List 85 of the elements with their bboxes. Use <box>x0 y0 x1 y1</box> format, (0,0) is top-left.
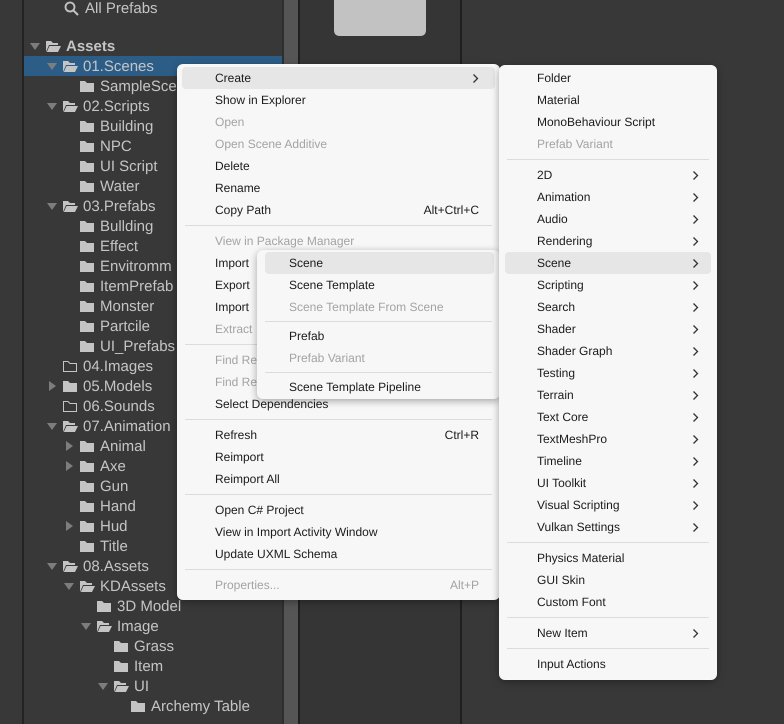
folder-icon <box>79 478 95 494</box>
menu-item[interactable]: GUI Skin <box>505 569 711 591</box>
folder-icon <box>79 238 95 254</box>
tree-item[interactable]: 3D Model <box>24 596 282 616</box>
menu-item[interactable]: Scene Template <box>265 274 494 296</box>
empty-folder-icon <box>62 358 78 374</box>
shortcut-label: Alt+Ctrl+C <box>424 203 479 217</box>
open-folder-icon <box>96 618 112 634</box>
menu-item[interactable]: Reimport All <box>182 468 495 490</box>
tree-item[interactable]: Item <box>24 656 282 676</box>
menu-item[interactable]: Scene <box>505 252 711 274</box>
shortcut-label: Alt+P <box>450 578 479 592</box>
folder-icon <box>113 658 129 674</box>
tree-item[interactable]: UI <box>24 676 282 696</box>
menu-item[interactable]: Physics Material <box>505 547 711 569</box>
tree-item[interactable]: Grass <box>24 636 282 656</box>
tree-item[interactable]: Archemy Table <box>24 696 282 716</box>
menu-item[interactable]: Terrain <box>505 384 711 406</box>
open-folder-icon <box>62 98 78 114</box>
folder-icon <box>113 638 129 654</box>
menu-item[interactable]: Custom Font <box>505 591 711 613</box>
menu-item[interactable]: Refresh Ctrl+R <box>182 424 495 446</box>
menu-item[interactable]: Folder <box>505 67 711 89</box>
folder-icon <box>79 438 95 454</box>
menu-item[interactable]: Input Actions <box>505 653 711 675</box>
folder-icon[interactable] <box>334 0 426 36</box>
menu-item[interactable]: Shader <box>505 318 711 340</box>
open-folder-icon <box>62 558 78 574</box>
menu-item[interactable]: Scene Template Pipeline <box>265 376 494 398</box>
folder-icon <box>79 538 95 554</box>
folder-icon <box>79 458 95 474</box>
menu-item[interactable]: Vulkan Settings <box>505 516 711 538</box>
menu-item[interactable]: Visual Scripting <box>505 494 711 516</box>
folder-icon <box>79 298 95 314</box>
menu-item[interactable]: Audio <box>505 208 711 230</box>
open-folder-icon <box>79 578 95 594</box>
menu-item[interactable]: Animation <box>505 186 711 208</box>
menu-item[interactable]: Update UXML Schema <box>182 543 495 565</box>
menu-item[interactable]: Scene <box>265 252 494 274</box>
menu-item[interactable]: Rendering <box>505 230 711 252</box>
open-folder-icon <box>62 198 78 214</box>
folder-icon <box>130 698 146 714</box>
menu-item[interactable]: Shader Graph <box>505 340 711 362</box>
open-folder-icon <box>62 418 78 434</box>
search-icon <box>64 0 79 16</box>
empty-folder-icon <box>62 398 78 414</box>
folder-icon <box>79 338 95 354</box>
folder-icon <box>79 518 95 534</box>
folder-icon <box>79 278 95 294</box>
menu-item[interactable]: View in Import Activity Window <box>182 521 495 543</box>
folder-icon <box>62 378 78 394</box>
menu-item[interactable]: Search <box>505 296 711 318</box>
folder-icon <box>79 218 95 234</box>
menu-item[interactable]: Show in Explorer <box>182 89 495 111</box>
folder-icon <box>79 118 95 134</box>
menu-item[interactable]: Text Core <box>505 406 711 428</box>
favorite-item[interactable]: All Prefabs <box>24 0 158 16</box>
folder-icon <box>79 138 95 154</box>
folder-icon <box>79 258 95 274</box>
open-folder-icon <box>62 58 78 74</box>
menu-item[interactable]: Delete <box>182 155 495 177</box>
menu-item[interactable]: Rename <box>182 177 495 199</box>
menu-item[interactable]: TextMeshPro <box>505 428 711 450</box>
folder-icon <box>79 318 95 334</box>
folder-icon <box>79 178 95 194</box>
folder-icon <box>96 598 112 614</box>
menu-item[interactable]: Timeline <box>505 450 711 472</box>
open-folder-icon <box>113 678 129 694</box>
folder-icon <box>79 498 95 514</box>
menu-item[interactable]: Material <box>505 89 711 111</box>
menu-item[interactable]: 2D <box>505 164 711 186</box>
shortcut-label: Ctrl+R <box>444 428 479 442</box>
menu-item[interactable]: UI Toolkit <box>505 472 711 494</box>
menu-item[interactable]: New Item <box>505 622 711 644</box>
menu-item[interactable]: MonoBehaviour Script <box>505 111 711 133</box>
menu-item[interactable]: Scripting <box>505 274 711 296</box>
menu-item[interactable]: Reimport <box>182 446 495 468</box>
menu-item[interactable]: Create <box>182 67 495 89</box>
tree-item[interactable]: Image <box>24 616 282 636</box>
menu-item[interactable]: Testing <box>505 362 711 384</box>
open-folder-icon <box>45 38 61 54</box>
folder-icon <box>79 78 95 94</box>
tree-item[interactable]: Assets <box>24 36 282 56</box>
folder-icon <box>79 158 95 174</box>
menu-item[interactable]: Open C# Project <box>182 499 495 521</box>
